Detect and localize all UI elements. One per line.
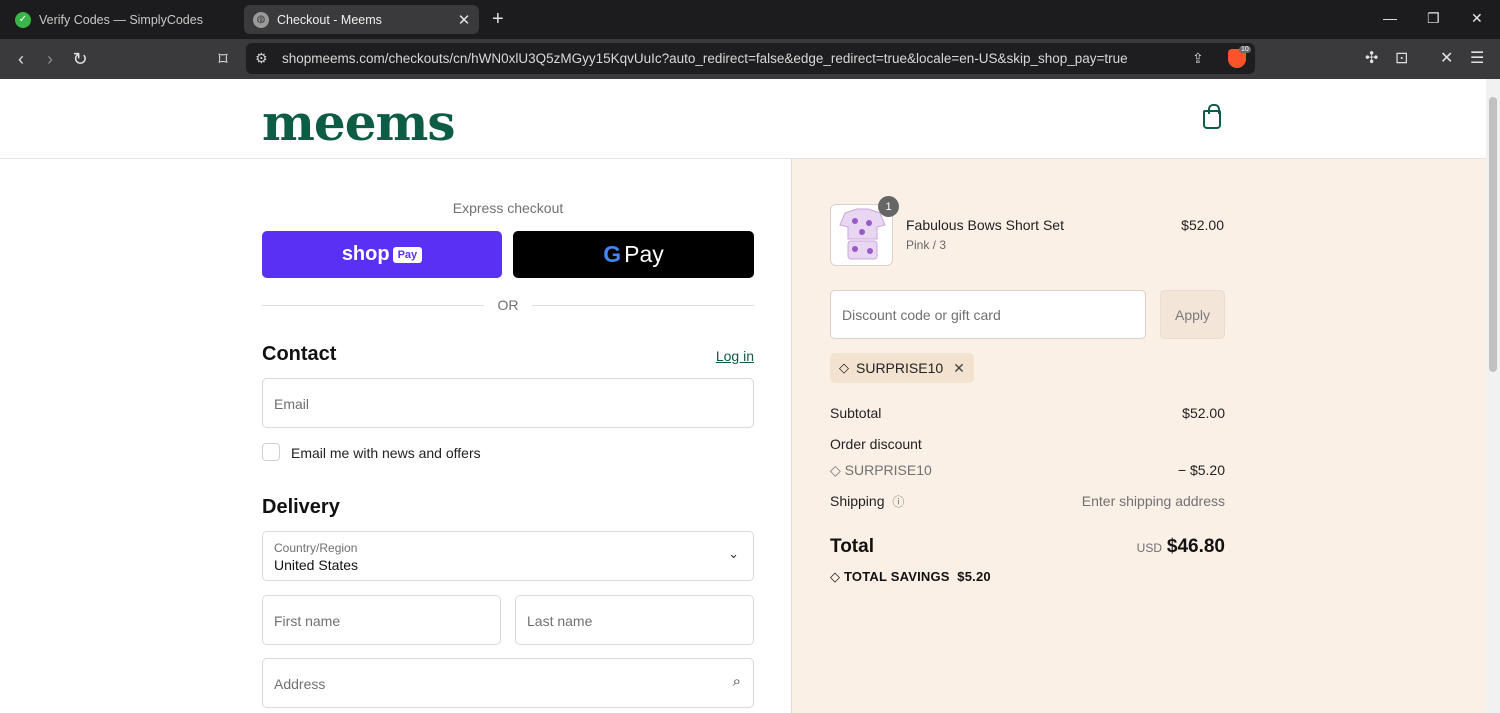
- address-bar[interactable]: ⚙ shopmeems.com/checkouts/cn/hWN0xlU3Q5z…: [246, 43, 1255, 74]
- address-field[interactable]: Address ⌕: [262, 658, 754, 708]
- leo-icon[interactable]: ✕: [1440, 48, 1453, 68]
- browser-tab-bar: ✓ Verify Codes — SimplyCodes ◍ Checkout …: [0, 0, 1500, 39]
- remove-code-icon[interactable]: ✕: [953, 360, 965, 377]
- restore-icon[interactable]: ❐: [1427, 10, 1440, 27]
- first-name-placeholder: First name: [274, 613, 341, 629]
- back-icon[interactable]: ‹: [9, 47, 33, 71]
- google-g-icon: G: [603, 241, 622, 267]
- tag-icon: ◇: [830, 462, 845, 478]
- last-name-placeholder: Last name: [527, 613, 593, 629]
- express-checkout-label: Express checkout: [452, 200, 564, 216]
- order-discount-row: Order discount: [830, 436, 1225, 452]
- site-settings-icon[interactable]: ⚙: [255, 50, 268, 67]
- subtotal-row: Subtotal $52.00: [830, 405, 1225, 421]
- apply-button[interactable]: Apply: [1160, 290, 1225, 339]
- country-select[interactable]: Country/Region United States ⌄: [262, 531, 754, 581]
- help-icon[interactable]: ⓘ: [892, 495, 904, 509]
- checkout-page: meems Express checkout shop Pay G Pay OR…: [0, 79, 1486, 713]
- email-placeholder: Email: [274, 396, 310, 412]
- scrollbar-thumb[interactable]: [1489, 97, 1497, 372]
- shipping-value: Enter shipping address: [1081, 493, 1225, 509]
- email-field[interactable]: Email: [262, 378, 754, 428]
- tag-icon: ◇: [830, 569, 845, 584]
- page-scrollbar[interactable]: [1486, 79, 1500, 713]
- or-label: OR: [497, 297, 519, 313]
- tab-title: Checkout - Meems: [277, 12, 382, 27]
- product-variant: Pink / 3: [906, 238, 947, 252]
- applied-code: SURPRISE10: [856, 360, 944, 376]
- brave-badge: 10: [1239, 46, 1251, 53]
- quantity-badge: 1: [878, 196, 899, 217]
- discount-value: − $5.20: [1177, 462, 1225, 478]
- last-name-field[interactable]: Last name: [515, 595, 754, 645]
- google-pay-text: Pay: [624, 241, 664, 267]
- browser-toolbar: ‹ › ↻ ⌑ ⚙ shopmeems.com/checkouts/cn/hWN…: [0, 39, 1500, 79]
- total-savings: ◇ TOTAL SAVINGS $5.20: [830, 569, 991, 585]
- meems-logo[interactable]: meems: [262, 93, 456, 152]
- login-link[interactable]: Log in: [716, 348, 754, 364]
- savings-label: TOTAL SAVINGS: [844, 569, 950, 584]
- tab-simplycodes[interactable]: ✓ Verify Codes — SimplyCodes: [6, 5, 238, 34]
- product-name: Fabulous Bows Short Set: [906, 217, 1064, 233]
- order-summary: 1 Fabulous Bows Short Set Pink / 3 $52.0…: [791, 159, 1486, 713]
- bookmark-icon[interactable]: ⌑: [211, 47, 235, 71]
- close-window-icon[interactable]: ✕: [1471, 10, 1483, 27]
- currency-label: USD: [1136, 541, 1162, 555]
- delivery-heading: Delivery: [262, 496, 340, 518]
- total-value: $46.80: [1166, 536, 1225, 557]
- shipping-row: Shipping ⓘ Enter shipping address: [830, 493, 1225, 510]
- google-pay-button[interactable]: G Pay: [513, 231, 754, 278]
- cart-bag-icon[interactable]: [1203, 104, 1221, 129]
- order-discount-label: Order discount: [830, 436, 922, 452]
- address-placeholder: Address: [274, 676, 326, 692]
- extensions-icon[interactable]: ✣: [1365, 48, 1378, 68]
- tab-title: Verify Codes — SimplyCodes: [39, 12, 203, 27]
- subtotal-label: Subtotal: [830, 405, 882, 421]
- simplycodes-icon: ✓: [15, 11, 31, 28]
- shop-pay-button[interactable]: shop Pay: [262, 231, 502, 278]
- country-label: Country/Region: [274, 541, 358, 555]
- wallet-icon[interactable]: ⊡: [1395, 48, 1408, 68]
- applied-code-chip: ◇ SURPRISE10 ✕: [830, 353, 974, 383]
- total-row: Total USD $46.80: [830, 536, 1225, 558]
- contact-heading: Contact: [262, 343, 337, 365]
- total-label: Total: [830, 536, 874, 557]
- tab-checkout[interactable]: ◍ Checkout - Meems ✕: [244, 5, 479, 34]
- shipping-label: Shipping: [830, 493, 885, 509]
- close-tab-icon[interactable]: ✕: [453, 11, 475, 29]
- subtotal-value: $52.00: [1182, 405, 1225, 421]
- newsletter-checkbox[interactable]: [262, 443, 280, 461]
- minimize-icon[interactable]: —: [1383, 10, 1397, 26]
- forward-icon[interactable]: ›: [38, 47, 62, 71]
- tag-icon: ◇: [839, 360, 849, 375]
- newsletter-label[interactable]: Email me with news and offers: [291, 445, 481, 461]
- menu-icon[interactable]: ☰: [1470, 48, 1484, 68]
- reload-icon[interactable]: ↻: [68, 47, 92, 71]
- first-name-field[interactable]: First name: [262, 595, 501, 645]
- discount-placeholder: Discount code or gift card: [842, 307, 1001, 323]
- discount-code: SURPRISE10: [844, 462, 932, 478]
- new-tab-button[interactable]: +: [492, 8, 504, 30]
- shop-pay-badge: Pay: [392, 246, 423, 263]
- country-value: United States: [274, 557, 359, 573]
- share-icon[interactable]: ⇪: [1192, 50, 1204, 67]
- discount-code-input[interactable]: Discount code or gift card: [830, 290, 1146, 339]
- discount-code-row: ◇ SURPRISE10 − $5.20: [830, 462, 1225, 479]
- chevron-down-icon: ⌄: [728, 546, 739, 561]
- url-text[interactable]: shopmeems.com/checkouts/cn/hWN0xlU3Q5zMG…: [282, 51, 1128, 66]
- globe-icon: ◍: [253, 11, 269, 28]
- site-header: meems: [0, 79, 1486, 159]
- product-price: $52.00: [1181, 217, 1224, 233]
- shop-pay-text: shop: [341, 243, 390, 265]
- savings-value: $5.20: [957, 569, 991, 584]
- search-icon: ⌕: [732, 673, 741, 690]
